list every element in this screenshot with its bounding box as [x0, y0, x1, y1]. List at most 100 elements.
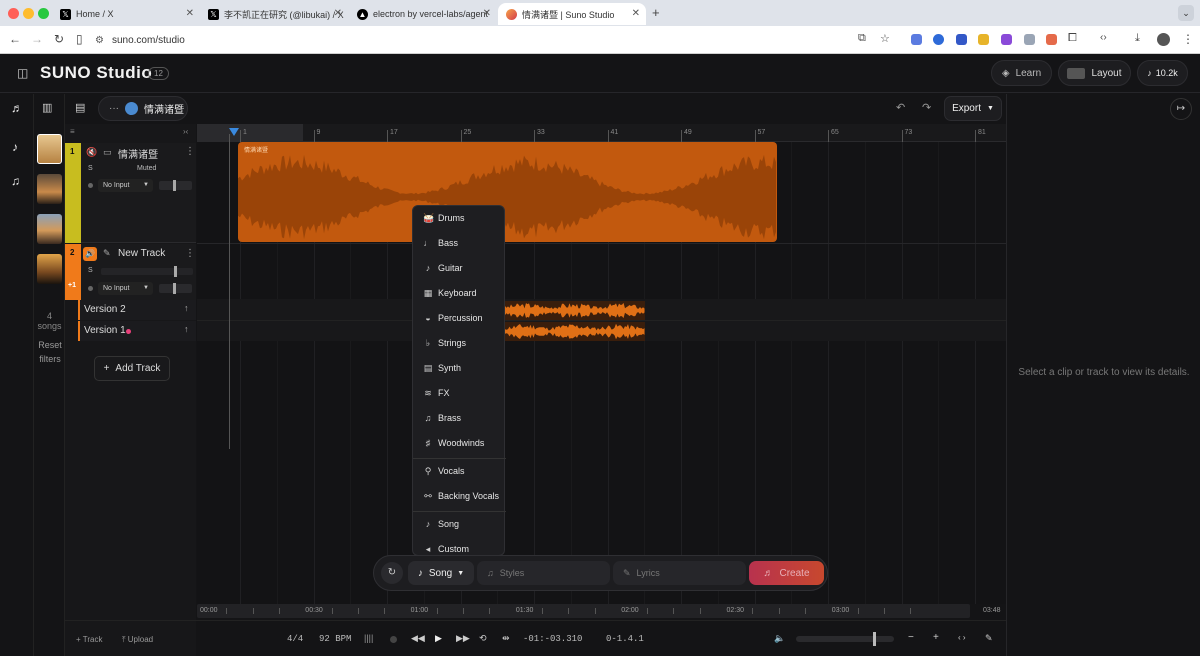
bar-ruler[interactable]: 1 9 17 25 33 41 49 57 65 73 81 [197, 124, 1006, 142]
menu-item-fx[interactable]: ≋ FX [413, 382, 506, 404]
record-arm-icon[interactable] [88, 183, 93, 188]
project-selector[interactable]: ··· 情满诸暨 [98, 96, 188, 121]
slider-handle[interactable] [173, 283, 176, 294]
audio-clip[interactable]: 情满诸暨 [238, 142, 777, 242]
loop-region[interactable] [197, 124, 303, 142]
mode-select[interactable]: ♪ Song ▼ [408, 561, 474, 585]
refresh-icon[interactable]: ↻ [381, 562, 403, 584]
record-arm-icon[interactable] [88, 286, 93, 291]
more-icon[interactable]: ··· [109, 103, 119, 114]
export-button[interactable]: Export ▼ [944, 96, 1002, 121]
reset-filters-button[interactable]: Reset filters [35, 338, 65, 366]
reload-icon[interactable]: ↻ [54, 32, 64, 46]
solo-button[interactable]: S [88, 165, 93, 172]
extension-icon[interactable] [1024, 34, 1035, 45]
url-field[interactable]: ⚙ suno.com/studio [95, 30, 895, 50]
lyrics-input[interactable]: ✎ Lyrics [613, 561, 746, 585]
bpm-display[interactable]: 92 BPM [319, 634, 351, 644]
styles-input[interactable]: ♫ Styles [477, 561, 610, 585]
close-tab-icon[interactable]: ✕ [334, 8, 342, 19]
profile-avatar[interactable] [1157, 33, 1170, 46]
slider-handle[interactable] [174, 266, 177, 277]
metronome-icon[interactable]: |||| [364, 633, 373, 643]
snap-icon[interactable]: ⇹ [502, 633, 510, 644]
timeline[interactable]: 1 9 17 25 33 41 49 57 65 73 81 情满诸暨 [197, 124, 1006, 604]
browser-tab-active[interactable]: 情满诸暨 | Suno Studio ✕ [498, 3, 646, 25]
song-thumbnail[interactable] [37, 214, 62, 244]
edit-tool-icon[interactable]: ✎ [985, 633, 993, 644]
track-menu-icon[interactable]: ⋮ [185, 146, 195, 157]
menu-item-brass[interactable]: ♫ Brass [413, 407, 506, 429]
volume-slider[interactable] [159, 180, 192, 191]
add-track-button[interactable]: + Add Track [94, 356, 170, 381]
browser-menu-icon[interactable]: ⋮ [1182, 32, 1194, 46]
version-row[interactable]: Version 2 ↑ [78, 300, 196, 320]
extension-icon[interactable] [933, 34, 944, 45]
close-window-button[interactable] [8, 8, 19, 19]
notes-icon[interactable]: ▤ [75, 101, 85, 114]
master-volume-slider[interactable] [796, 632, 894, 646]
devtools-icon[interactable]: ‹› [1100, 32, 1107, 43]
extension-icon[interactable] [911, 34, 922, 45]
rewind-icon[interactable]: ◀◀ [411, 633, 425, 644]
version-row[interactable]: Version 1 ↑ [78, 321, 196, 341]
close-tab-icon[interactable]: ✕ [483, 8, 491, 19]
menu-item-synth[interactable]: ▤ Synth [413, 357, 506, 379]
input-select[interactable]: No Input ▼ [98, 179, 153, 192]
record-icon[interactable] [390, 636, 397, 643]
solo-button[interactable]: S [88, 267, 93, 274]
collapse-panel-icon[interactable]: ↦ [1170, 98, 1192, 120]
toggle-sidebar-icon[interactable]: ◫ [17, 66, 28, 80]
extension-icon[interactable] [978, 34, 989, 45]
track-name[interactable]: New Track [118, 248, 165, 259]
bookmark-star-icon[interactable]: ☆ [880, 32, 890, 45]
credits-button[interactable]: ♪ 10.2k [1137, 60, 1188, 86]
zoom-out-icon[interactable]: − [908, 632, 914, 643]
download-icon[interactable]: ⤓ [1135, 32, 1140, 45]
browser-tab[interactable]: 𝕏 李不凯正在研究 (@libukai) / X ✕ [200, 3, 348, 25]
track-header[interactable]: 🔇 ▭ 情满诸暨 ⋮ S Muted No Input ▼ [81, 143, 196, 243]
menu-item-backing-vocals[interactable]: ⚯ Backing Vocals [413, 485, 506, 507]
site-info-icon[interactable]: ⚙ [95, 35, 104, 46]
new-tab-button[interactable]: + [652, 5, 660, 20]
layout-button[interactable]: Layout [1058, 60, 1131, 86]
track-slider[interactable] [101, 266, 193, 277]
undo-icon[interactable]: ↶ [896, 101, 905, 114]
extensions-puzzle-icon[interactable]: ⧠ [1068, 32, 1077, 45]
time-signature[interactable]: 4/4 [287, 634, 303, 644]
menu-item-vocals[interactable]: ⚲ Vocals [413, 460, 506, 482]
arrow-up-icon[interactable]: ↑ [184, 303, 189, 313]
single-note-icon[interactable]: ♪ [12, 140, 18, 154]
song-thumbnail[interactable] [37, 174, 62, 204]
volume-icon[interactable]: 🔈 [774, 633, 785, 644]
learn-button[interactable]: ◈ Learn [991, 60, 1052, 86]
menu-item-strings[interactable]: ♭ Strings [413, 332, 506, 354]
versions-count-badge[interactable]: +1 [68, 282, 76, 289]
menu-item-keyboard[interactable]: ▦ Keyboard [413, 282, 506, 304]
time-ruler[interactable]: 00:00 00:30 01:00 01:30 02:00 02:30 03:00 [197, 604, 970, 618]
tab-search-icon[interactable]: ⌄ [1178, 5, 1194, 21]
library-icon[interactable]: ▥ [42, 101, 52, 114]
minimize-window-button[interactable] [23, 8, 34, 19]
studio-icon[interactable]: ♬ [11, 101, 23, 115]
menu-item-percussion[interactable]: ◒ Percussion [413, 307, 506, 329]
menu-item-woodwinds[interactable]: ♯ Woodwinds [413, 432, 506, 454]
browser-tab[interactable]: 𝕏 Home / X ✕ [52, 3, 200, 25]
track-menu-icon[interactable]: ⋮ [185, 248, 195, 259]
browser-tab[interactable]: ▲ electron by vercel-labs/agent ✕ [349, 3, 497, 25]
redo-icon[interactable]: ↷ [922, 101, 931, 114]
extension-icon[interactable] [1046, 34, 1057, 45]
back-icon[interactable]: ← [9, 32, 21, 46]
sidebar-icon[interactable]: ▯ [76, 32, 83, 46]
loop-icon[interactable]: ⟲ [479, 633, 487, 644]
speaker-icon[interactable]: 🔊 [83, 247, 97, 261]
menu-item-drums[interactable]: 🥁 Drums [413, 207, 506, 229]
collapse-icon[interactable]: ›‹ [183, 127, 188, 136]
play-icon[interactable]: ▶ [435, 633, 442, 644]
zoom-in-icon[interactable]: + [933, 632, 939, 643]
upload-button[interactable]: ⤒ Upload [122, 635, 153, 645]
menu-item-guitar[interactable]: ♪ Guitar [413, 257, 506, 279]
slider-handle[interactable] [873, 632, 876, 646]
input-select[interactable]: No Input ▼ [98, 282, 153, 295]
track-name[interactable]: 情满诸暨 [118, 146, 158, 161]
